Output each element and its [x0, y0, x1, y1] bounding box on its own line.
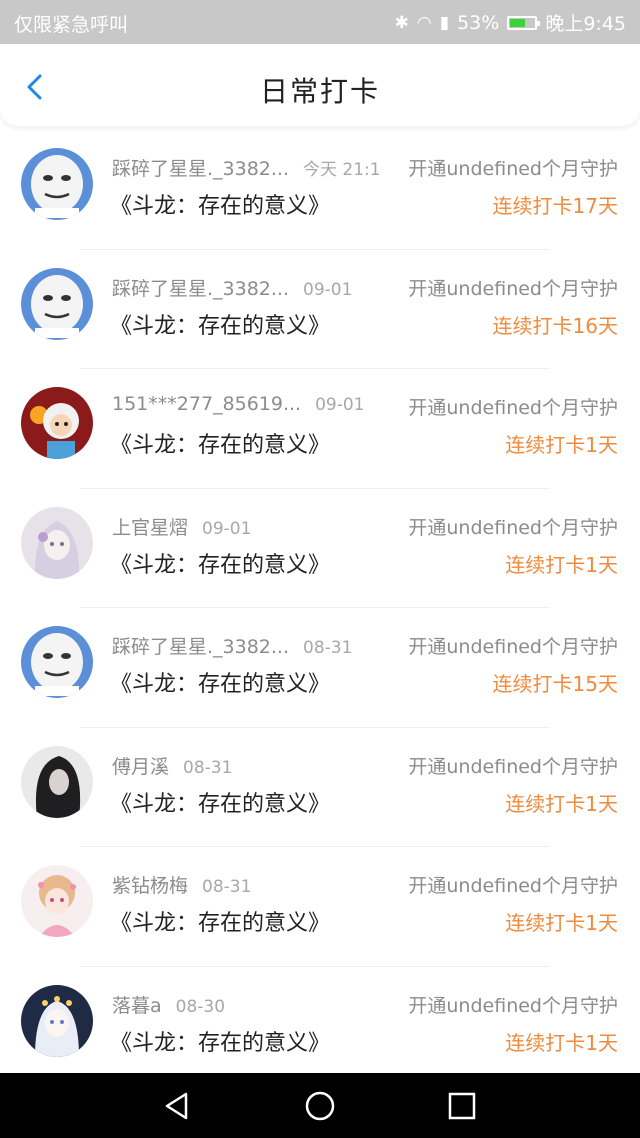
- home-circle-icon[interactable]: [303, 1089, 337, 1123]
- guard-status: 开通undefined个月守护: [406, 990, 618, 1018]
- user-name: 上官星熠 09-01: [112, 513, 251, 540]
- user-name-text: 上官星熠: [112, 516, 189, 539]
- book-title: 《斗龙：存在的意义》: [110, 313, 331, 339]
- checkin-date: 09-01: [315, 395, 365, 415]
- streak-count: 连续打卡16天: [492, 313, 618, 338]
- avatar[interactable]: [21, 506, 93, 579]
- streak-count: 连续打卡1天: [505, 911, 618, 935]
- recents-square-icon[interactable]: [445, 1089, 479, 1123]
- list-item[interactable]: 傅月溪 08-31 开通undefined个月守护《斗龙：存在的意义》 连续打卡1天: [0, 728, 640, 847]
- book-title: 《斗龙：存在的意义》: [110, 672, 331, 697]
- page-title: 日常打卡: [259, 75, 380, 108]
- user-name: 踩碎了星星._3382... 08-31: [112, 632, 352, 659]
- checkin-date: 09-01: [303, 279, 353, 300]
- user-name: 傅月溪 08-31: [112, 752, 232, 779]
- list-item[interactable]: 落暮a 08-30 开通undefined个月守护《斗龙：存在的意义》 连续打卡1天: [0, 967, 640, 1086]
- guard-status: 开通undefined个月守护: [406, 751, 618, 779]
- streak-count: 连续打卡1天: [505, 552, 618, 577]
- guard-status: 开通undefined个月守护: [406, 632, 618, 659]
- user-name: 紫钻杨梅 08-31: [112, 871, 251, 898]
- avatar[interactable]: [21, 865, 93, 937]
- user-name: 落暮a 08-30: [112, 991, 225, 1018]
- user-name: 踩碎了星星._3382... 今天 21:1: [112, 154, 381, 181]
- list-item[interactable]: 紫钻杨梅 08-31 开通undefined个月守护《斗龙：存在的意义》 连续打卡1天: [0, 847, 640, 967]
- list-item[interactable]: 踩碎了星星._3382... 08-31 开通undefined个月守护《斗龙：存在…: [0, 608, 640, 728]
- streak-count: 连续打卡17天: [492, 194, 618, 218]
- checkin-date: 08-31: [183, 757, 233, 778]
- checkin-date: 今天 21:1: [303, 160, 381, 180]
- avatar[interactable]: [21, 387, 93, 459]
- guard-status: 开通undefined个月守护: [406, 154, 618, 181]
- system-nav-bar: [0, 1073, 640, 1138]
- user-name: 踩碎了星星._3382... 09-01: [112, 274, 352, 301]
- battery-percent: 53%: [457, 11, 500, 34]
- avatar[interactable]: [21, 267, 93, 340]
- user-name-text: 紫钻杨梅: [112, 875, 189, 897]
- status-icons: ✱ ◠ ▮ 53% 晚上9:45: [395, 9, 626, 36]
- user-name: 151***277_85619... 09-01: [112, 393, 365, 415]
- avatar[interactable]: [21, 148, 93, 220]
- book-title: 《斗龙：存在的意义》: [110, 433, 331, 458]
- checkin-date: 08-31: [303, 638, 353, 658]
- checkin-date: 08-31: [202, 877, 252, 897]
- list-item[interactable]: 151***277_85619... 09-01 开通undefined个月守护《斗…: [0, 369, 640, 489]
- avatar[interactable]: [21, 626, 93, 698]
- battery-icon: [507, 15, 541, 30]
- status-bar: 仅限紧急呼叫 ✱ ◠ ▮ 53% 晚上9:45: [0, 0, 640, 44]
- user-name-text: 傅月溪: [112, 755, 170, 778]
- guard-status: 开通undefined个月守护: [406, 273, 618, 301]
- book-title: 《斗龙：存在的意义》: [110, 552, 331, 578]
- book-title: 《斗龙：存在的意义》: [110, 791, 331, 817]
- bluetooth-icon: ✱: [394, 12, 409, 33]
- streak-count: 连续打卡1天: [505, 433, 618, 457]
- checkin-date: 09-01: [202, 518, 252, 539]
- guard-status: 开通undefined个月守护: [406, 871, 618, 898]
- signal-icon: ▮: [439, 12, 450, 33]
- emergency-only-text: 仅限紧急呼叫: [14, 14, 129, 36]
- list-item[interactable]: 踩碎了星星._3382... 09-01 开通undefined个月守护《斗龙：存在…: [0, 250, 640, 369]
- user-name-text: 踩碎了星星._3382...: [112, 277, 290, 300]
- avatar[interactable]: [21, 745, 93, 818]
- guard-status: 开通undefined个月守护: [406, 393, 618, 420]
- streak-count: 连续打卡1天: [505, 791, 618, 816]
- guard-status: 开通undefined个月守护: [406, 512, 618, 540]
- avatar[interactable]: [21, 984, 93, 1057]
- user-name-text: 151***277_85619...: [112, 393, 302, 415]
- top-header: 日常打卡: [0, 44, 640, 126]
- book-title: 《斗龙：存在的意义》: [110, 194, 331, 219]
- book-title: 《斗龙：存在的意义》: [110, 911, 331, 936]
- list-item[interactable]: 上官星熠 09-01 开通undefined个月守护《斗龙：存在的意义》 连续打卡1天: [0, 489, 640, 608]
- list-item[interactable]: 踩碎了星星._3382... 今天 21:1 开通undefined个月守护《斗龙：…: [0, 130, 640, 250]
- streak-count: 连续打卡1天: [505, 1030, 618, 1055]
- user-name-text: 落暮a: [112, 994, 162, 1017]
- user-name-text: 踩碎了星星._3382...: [112, 636, 290, 658]
- checkin-date: 08-30: [175, 996, 226, 1017]
- book-title: 《斗龙：存在的意义》: [110, 1030, 331, 1056]
- clock: 晚上9:45: [545, 13, 626, 35]
- user-name-text: 踩碎了星星._3382...: [112, 158, 290, 180]
- checkin-list: 踩碎了星星._3382... 今天 21:1 开通undefined个月守护 《斗龙：…: [0, 130, 640, 1086]
- wifi-icon: ◠: [416, 12, 432, 33]
- streak-count: 连续打卡15天: [492, 672, 618, 696]
- back-triangle-icon[interactable]: [160, 1089, 194, 1123]
